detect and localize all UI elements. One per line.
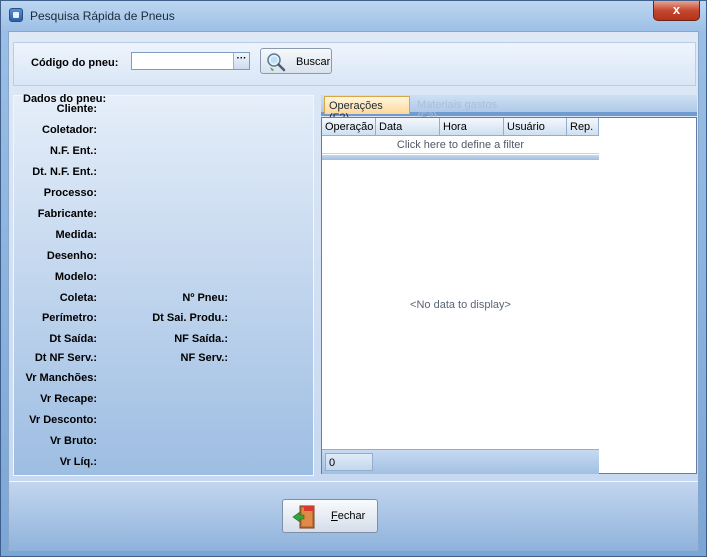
grid-empty-message: <No data to display> — [410, 299, 511, 311]
dt-saida-label: Dt Saída: — [49, 333, 97, 345]
buscar-label: Buscar — [296, 56, 331, 68]
column-operacao[interactable]: Operação — [322, 118, 376, 136]
vr-liq-label: Vr Líq.: — [59, 456, 97, 468]
column-data[interactable]: Data — [376, 118, 440, 136]
exit-door-icon — [292, 505, 315, 529]
fechar-button[interactable]: Fechar — [282, 499, 378, 533]
vr-bruto-label: Vr Bruto: — [49, 435, 97, 447]
tabs-area: Operações (F2) Materiais gastos (F3) Ope… — [321, 95, 697, 476]
dt-nf-serv-label: Dt NF Serv.: — [34, 352, 97, 364]
grid-footer: 0 — [322, 449, 599, 474]
tab-materiais-gastos[interactable]: Materiais gastos (F3) — [413, 96, 523, 123]
column-hora[interactable]: Hora — [440, 118, 504, 136]
fabricante-label: Fabricante: — [37, 208, 97, 220]
n-pneu-label: Nº Pneu: — [182, 292, 228, 304]
close-window-button[interactable]: x — [653, 1, 700, 21]
processo-label: Processo: — [43, 187, 97, 199]
window-title: Pesquisa Rápida de Pneus — [30, 9, 175, 23]
perimetro-label: Perímetro: — [41, 312, 97, 324]
bottom-panel: Fechar — [9, 481, 698, 551]
title-bar[interactable]: Pesquisa Rápida de Pneus x — [1, 1, 706, 31]
fechar-label: Fechar — [331, 510, 365, 522]
column-rep[interactable]: Rep. — [567, 118, 599, 136]
vr-manchoes-label: Vr Manchões: — [25, 372, 97, 384]
dt-nf-ent-label: Dt. N.F. Ent.: — [32, 166, 97, 178]
buscar-button[interactable]: Buscar — [260, 48, 332, 74]
codigo-pneu-label: Código do pneu: — [31, 57, 119, 69]
dt-sai-produ-label: Dt Sai. Produ.: — [152, 312, 228, 324]
fechar-mnemonic: F — [331, 510, 338, 522]
vr-desconto-label: Vr Desconto: — [29, 414, 97, 426]
medida-label: Medida: — [55, 229, 97, 241]
grid-filter-bar — [322, 155, 599, 160]
nf-serv-label: NF Serv.: — [180, 352, 228, 364]
grid-header: Operação Data Hora Usuário Rep. — [322, 118, 599, 136]
main-window: Pesquisa Rápida de Pneus x Código do pne… — [0, 0, 707, 557]
window-client-area: Código do pneu: ··· Buscar Dados do pneu… — [8, 31, 699, 551]
modelo-label: Modelo: — [54, 271, 97, 283]
grid-footer-count: 0 — [325, 453, 373, 471]
app-icon — [9, 8, 23, 22]
fechar-label-rest: echar — [337, 510, 366, 522]
magnifier-icon — [267, 53, 286, 72]
vr-recape-label: Vr Recape: — [40, 393, 97, 405]
nf-saida-label: NF Saída.: — [174, 333, 228, 345]
coleta-label: Coleta: — [59, 292, 97, 304]
cliente-label: Cliente: — [56, 103, 97, 115]
operacoes-grid[interactable]: Operação Data Hora Usuário Rep. Click he… — [321, 117, 697, 474]
desenho-label: Desenho: — [46, 250, 97, 262]
search-panel: Código do pneu: ··· Buscar — [13, 42, 696, 86]
column-usuario[interactable]: Usuário — [504, 118, 567, 136]
ellipsis-button[interactable]: ··· — [233, 53, 249, 69]
grid-filter-row[interactable]: Click here to define a filter — [322, 136, 599, 154]
coletador-label: Coletador: — [42, 124, 97, 136]
nf-ent-label: N.F. Ent.: — [49, 145, 97, 157]
dados-pneu-panel: Dados do pneu: Cliente: Coletador: N.F. … — [13, 93, 314, 476]
tab-operacoes[interactable]: Operações (F2) — [324, 96, 410, 124]
